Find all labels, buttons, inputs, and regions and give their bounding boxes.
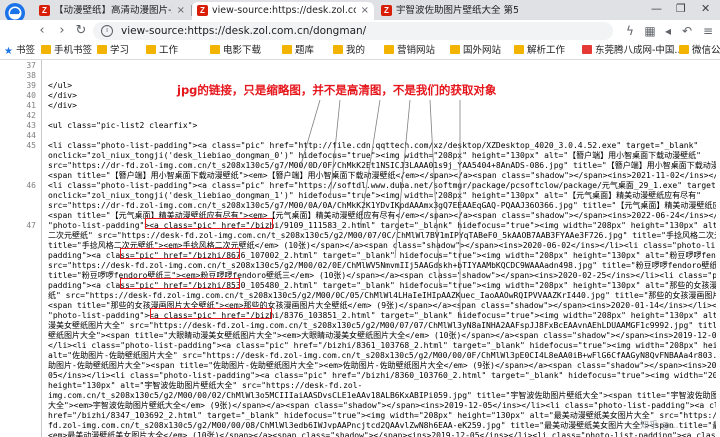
- source-line: <em>最美动漫壁纸美女图片大全</em> (10张)</span></a><s…: [48, 431, 716, 437]
- source-line: 二次元壁纸" src="https://desk-fd.zol-img.com.…: [48, 231, 716, 240]
- back-icon[interactable]: ‹: [34, 23, 50, 39]
- folder-icon: [679, 45, 689, 54]
- close-window-icon[interactable]: ✕: [701, 2, 710, 16]
- address-bar[interactable]: i view-source:https://desk.zol.com.cn/do…: [93, 22, 613, 40]
- line-number: 45: [26, 141, 36, 150]
- source-line: 大全"><em>宇智波佐助图片壁纸大全</em> (9张)</span></a>…: [48, 401, 716, 410]
- lightning-icon[interactable]: ϟ: [622, 23, 638, 39]
- source-line: src="https://dr-fd.zol-img.com.cn/t_s208…: [48, 161, 716, 170]
- folder-icon: [333, 45, 343, 54]
- source-line: height="130px" alt="宇智波佐助图片壁纸大全" src="ht…: [48, 381, 363, 390]
- source-line: src="https://desk-fd.zol-img.com.cn/t_s2…: [48, 261, 716, 270]
- zol-favicon-icon: Z: [39, 5, 50, 16]
- apps-grid-icon[interactable]: ▦: [642, 23, 658, 39]
- source-line: <span title="【元气桌面】精美动漫壁纸应有尽有"><em>【元气桌面…: [48, 211, 716, 220]
- source-line: 壁纸图片大全"><span title="大眼睛动漫美女壁纸图片大全"><em>…: [48, 331, 716, 340]
- menu-icon[interactable]: ≡: [700, 23, 716, 39]
- line-number: 47: [26, 221, 36, 230]
- collapse-icon[interactable]: ◂: [660, 23, 676, 39]
- site-info-icon[interactable]: i: [101, 25, 113, 37]
- folder-icon: [97, 45, 107, 54]
- folder-icon: [384, 45, 394, 54]
- folder-icon: [450, 45, 460, 54]
- line-number: 39: [26, 81, 36, 90]
- source-line: </li><li class="photo-list-padding"><a c…: [48, 341, 716, 350]
- source-line: </div>: [48, 101, 77, 110]
- line-number: 37: [26, 61, 36, 70]
- line-number: 42: [26, 111, 36, 120]
- minimize-icon[interactable]: —: [651, 2, 662, 16]
- source-line: </div>: [48, 91, 77, 100]
- tab-dongman[interactable]: Z 【动漫壁纸】高清动漫图片-ZOL桌 ×: [34, 2, 190, 20]
- tab-title: view-source:https://desk.zol.com: [212, 5, 356, 16]
- source-line: title="粉豆啰啰fendoro壁纸三"><em>粉豆啰啰fendoro壁纸…: [48, 271, 716, 280]
- zol-favicon-icon: Z: [381, 5, 392, 16]
- bookmark-parse[interactable]: 解析工作: [514, 44, 565, 58]
- line-number: 41: [26, 101, 36, 110]
- source-line: img.com.cn/t_s208x130c5/g2/M00/00/02/ChM…: [48, 391, 716, 400]
- close-tab-icon[interactable]: ×: [361, 5, 369, 17]
- bookmark-bookmarks[interactable]: ★ 书签: [4, 44, 35, 58]
- zol-favicon-icon: Z: [197, 5, 208, 16]
- source-view[interactable]: 37 38 39 40 41 42 43 44 45 46 47 </ul> </div> </di…: [0, 60, 720, 437]
- bookmark-mine[interactable]: 我的: [333, 44, 365, 58]
- bookmark-foreign[interactable]: 国外网站: [450, 44, 501, 58]
- star-icon: ★: [4, 46, 13, 57]
- address-url[interactable]: view-source:https://desk.zol.com.cn/dong…: [121, 24, 366, 38]
- source-line: "photo-list-padding"><a class="pic" href…: [48, 311, 716, 320]
- maximize-icon[interactable]: ❐: [676, 2, 686, 16]
- source-line: title="手捻风格二次元壁纸"><em>手捻风格二次元壁纸</em> (10…: [48, 241, 716, 250]
- tab-view-source[interactable]: Z view-source:https://desk.zol.com ×: [192, 2, 374, 20]
- bookmarks-bar: ★ 书签 手机书签 学习 工作 电影下载 题库 我的 营销网站 国外网站 解析工作…: [0, 42, 720, 60]
- source-line: 漫美女壁纸图片大全" src="https://desk-fd.zol-img.…: [48, 321, 716, 330]
- line-number-gutter: 37 38 39 40 41 42 43 44 45 46 47: [0, 60, 42, 437]
- bookmark-dongguan[interactable]: 东莞腾八成网-中国...: [582, 44, 684, 58]
- source-line: 05</ins></li><li class="photo-list-paddi…: [48, 371, 716, 380]
- source-line: padding"><a class="pic" href="/bizhi/853…: [48, 281, 716, 290]
- tab-sasuke[interactable]: Z 宇智波佐助图片壁纸大全 第5页-ZO: [376, 2, 536, 20]
- folder-icon: [282, 45, 292, 54]
- source-line: onclick="zol_niux_tongji('desk_liebiao_d…: [48, 151, 701, 160]
- source-line: <span title="那些的女孩漫画图片大全壁纸"><em>那些的女孩漫画图…: [48, 301, 716, 310]
- bookmark-marketing[interactable]: 营销网站: [384, 44, 435, 58]
- line-number: 38: [26, 71, 36, 80]
- bookmark-work[interactable]: 工作: [146, 44, 178, 58]
- source-line: <ul class="pic-list2 clearfix">: [48, 121, 198, 130]
- source-line: alt="佐助图片-佐助壁纸图片大全" src="https://desk-fd…: [48, 351, 716, 360]
- tab-strip: Z 【动漫壁纸】高清动漫图片-ZOL桌 × Z view-source:http…: [0, 0, 720, 23]
- undo-icon[interactable]: ↶: [679, 23, 695, 39]
- source-line: src="https://dr-fd.zol-img.com.cn/t_s208…: [48, 201, 716, 210]
- source-line: </ul>: [48, 81, 73, 90]
- line-number: 44: [26, 131, 36, 140]
- forward-icon[interactable]: ›: [54, 23, 70, 39]
- site-favicon-icon: [582, 45, 592, 54]
- bookmark-questions[interactable]: 题库: [282, 44, 314, 58]
- source-line: 纸" src="https://desk-fd.zol-img.com.cn/t…: [48, 291, 716, 300]
- source-line: "photo-list-padding"><a class="pic" href…: [48, 221, 716, 230]
- source-line: 助图片-佐助壁纸图片大全"><span title="佐助图片-佐助壁纸图片大全…: [48, 361, 716, 370]
- bookmark-wechat[interactable]: 微信公众号: [679, 44, 720, 58]
- bookmark-movie[interactable]: 电影下载: [210, 44, 261, 58]
- source-line: padding"><a class="pic" href="/bizhi/867…: [48, 251, 716, 260]
- folder-icon: [146, 45, 156, 54]
- tab-title: 【动漫壁纸】高清动漫图片-ZOL桌: [54, 5, 172, 16]
- source-line: <span title="【簪户端】用小智桌面下载动漫壁纸"><em>【簪户端】…: [48, 171, 716, 180]
- line-number: 40: [26, 91, 36, 100]
- reload-icon[interactable]: ↻: [73, 23, 89, 39]
- bookmark-study[interactable]: 学习: [97, 44, 129, 58]
- source-line: onclick="zol_niux_tongji('desk_liebiao_d…: [48, 191, 701, 200]
- source-line: href="/bizhi/8347_103692_2.html" target=…: [48, 411, 716, 420]
- folder-icon: [41, 45, 51, 54]
- close-tab-icon[interactable]: ×: [177, 5, 185, 17]
- tab-title: 宇智波佐助图片壁纸大全 第5页-ZO: [396, 5, 518, 16]
- source-line: <li class="photo-list-padding"><a class=…: [48, 141, 699, 150]
- line-number: 46: [26, 181, 36, 190]
- source-line: <li class="photo-list-padding"><a class=…: [48, 181, 716, 190]
- browser-toolbar: ‹ › ↻ i view-source:https://desk.zol.com…: [0, 20, 720, 42]
- folder-icon: [210, 45, 220, 54]
- folder-icon: [514, 45, 524, 54]
- source-line: fd.zol-img.com.cn/t_s208x130c5/g2/M00/00…: [48, 421, 716, 430]
- bookmark-mobile[interactable]: 手机书签: [41, 44, 92, 58]
- line-number: 43: [26, 121, 36, 130]
